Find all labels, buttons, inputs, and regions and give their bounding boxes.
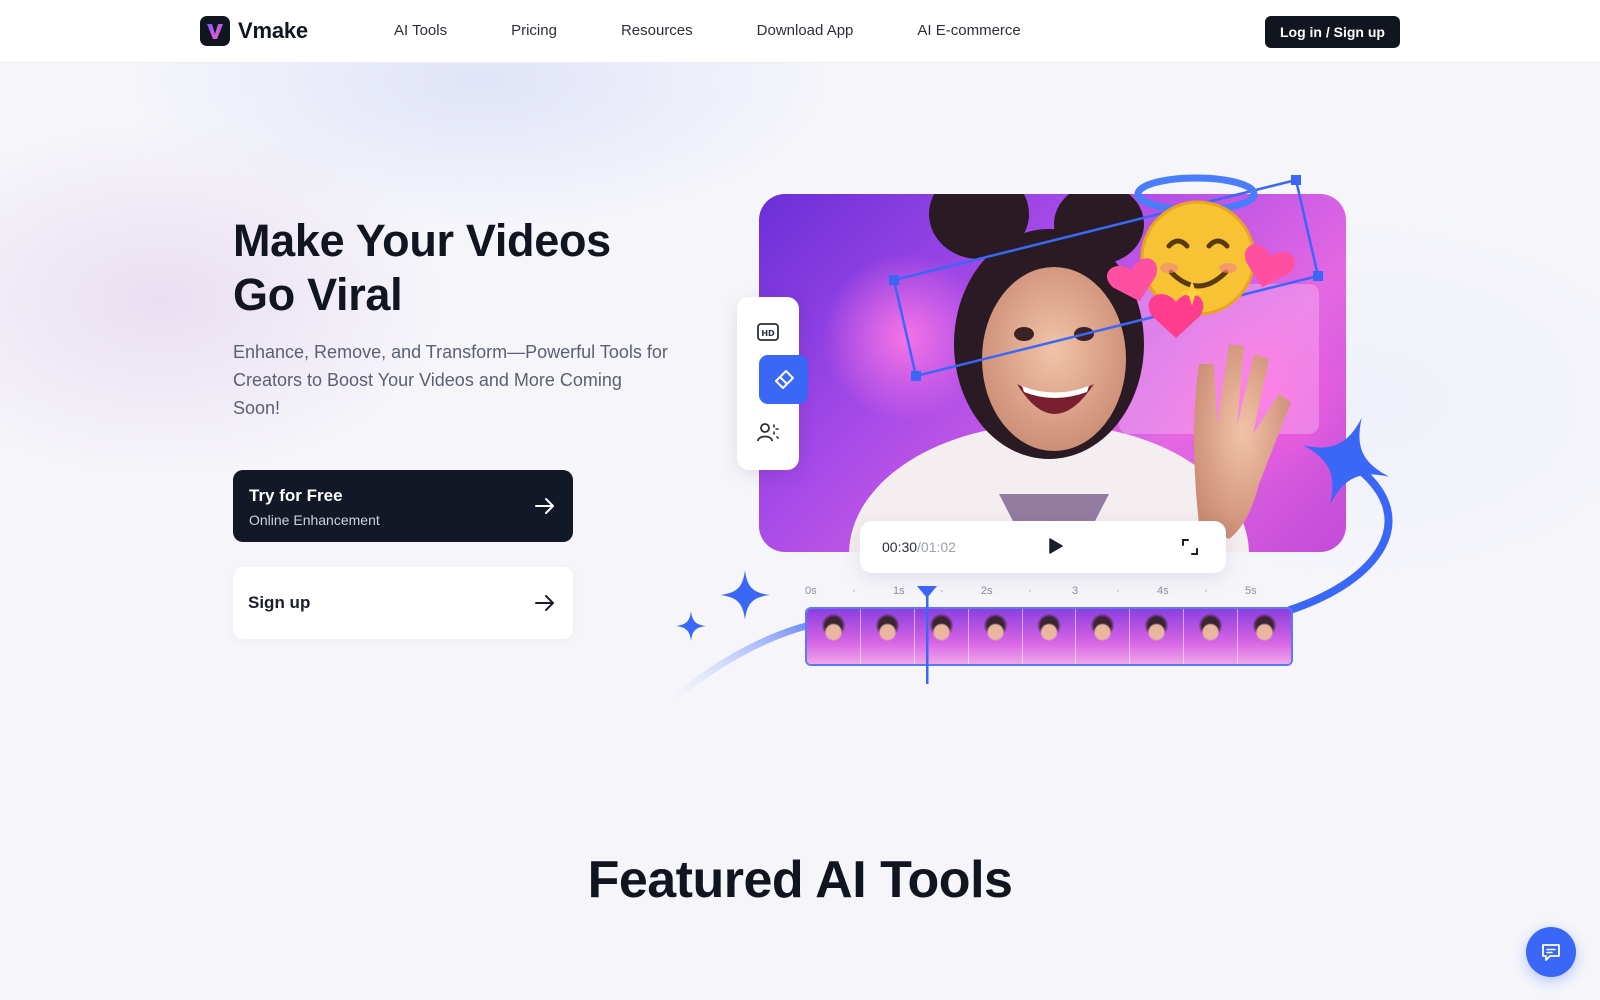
nav-ai-ecommerce[interactable]: AI E-commerce	[917, 22, 1020, 39]
tick-label: 0s	[805, 585, 817, 597]
tick-dot: ·	[940, 585, 944, 597]
tick-label: 3	[1072, 585, 1079, 597]
tick-label: 5s	[1245, 585, 1257, 597]
filmstrip-frame	[968, 609, 1023, 664]
time-display: 00:30/01:02	[882, 539, 956, 555]
filmstrip-frame	[1238, 609, 1291, 664]
sparkle-icon	[676, 611, 706, 641]
filmstrip-frame	[1076, 609, 1131, 664]
arrow-right-icon	[533, 494, 557, 523]
tick-dot: ·	[1204, 585, 1208, 597]
fullscreen-button[interactable]	[1181, 538, 1199, 561]
sparkle-icon	[720, 570, 770, 620]
filmstrip-frame	[1130, 609, 1185, 664]
featured-tools-heading: Featured AI Tools	[587, 851, 1013, 909]
tick-label: 2s	[981, 585, 993, 597]
filmstrip-frame	[1184, 609, 1239, 664]
current-time: 00:30	[882, 539, 918, 555]
tick-dot: ·	[1028, 585, 1032, 597]
top-navbar: Vmake AI Tools Pricing Resources Downloa…	[0, 0, 1600, 63]
sign-up-button[interactable]: Sign up	[233, 567, 573, 639]
person-remove-tool[interactable]	[737, 412, 799, 452]
video-player-controls: 00:30/01:02	[860, 521, 1226, 573]
person-remove-icon	[757, 423, 779, 442]
nav-download-app[interactable]: Download App	[757, 22, 854, 39]
svg-text:HD: HD	[761, 329, 775, 338]
brand-logo[interactable]: Vmake	[200, 16, 308, 46]
brand-name: Vmake	[238, 18, 308, 43]
filmstrip-frame	[860, 609, 915, 664]
support-chat-button[interactable]	[1526, 927, 1576, 977]
hd-icon: HD	[757, 323, 779, 341]
main-nav: AI Tools Pricing Resources Download App …	[394, 22, 1021, 39]
fullscreen-icon	[1182, 539, 1198, 555]
timeline-ruler: 0s · 1s · 2s · 3 · 4s · 5s	[800, 585, 1270, 599]
hd-enhance-tool[interactable]: HD	[737, 312, 799, 352]
chat-icon	[1542, 944, 1560, 961]
vmake-logo-icon	[200, 16, 230, 46]
tick-dot: ·	[1116, 585, 1120, 597]
try-for-free-button[interactable]: Try for Free Online Enhancement	[233, 470, 573, 542]
tick-label: 1s	[893, 585, 905, 597]
arrow-right-icon	[533, 591, 557, 620]
play-icon	[1049, 538, 1063, 554]
nav-pricing[interactable]: Pricing	[511, 22, 557, 39]
nav-ai-tools[interactable]: AI Tools	[394, 22, 447, 39]
hero-title-line2: Go Viral	[233, 269, 403, 320]
tick-label: 4s	[1157, 585, 1169, 597]
sign-up-label: Sign up	[248, 593, 311, 612]
hero-title-line1: Make Your Videos	[233, 215, 611, 266]
filmstrip-frame	[807, 609, 861, 664]
filmstrip-frame	[1022, 609, 1077, 664]
hero-title: Make Your Videos Go Viral	[233, 214, 693, 322]
sparkle-icon	[1302, 417, 1390, 505]
timeline-playhead[interactable]	[917, 586, 937, 686]
nav-resources[interactable]: Resources	[621, 22, 693, 39]
tool-panel: HD	[737, 297, 808, 470]
try-for-free-sublabel: Online Enhancement	[249, 512, 380, 528]
try-for-free-label: Try for Free	[249, 486, 343, 505]
tick-dot: ·	[852, 585, 856, 597]
total-time: /01:02	[917, 539, 956, 555]
login-signup-button[interactable]: Log in / Sign up	[1265, 16, 1400, 48]
play-button[interactable]	[1046, 537, 1064, 560]
angel-smile-emoji	[889, 174, 1323, 381]
video-filmstrip[interactable]	[805, 607, 1293, 666]
eraser-tool[interactable]	[759, 355, 808, 404]
hero-subtitle: Enhance, Remove, and Transform—Powerful …	[233, 342, 668, 418]
eraser-icon	[774, 369, 794, 389]
